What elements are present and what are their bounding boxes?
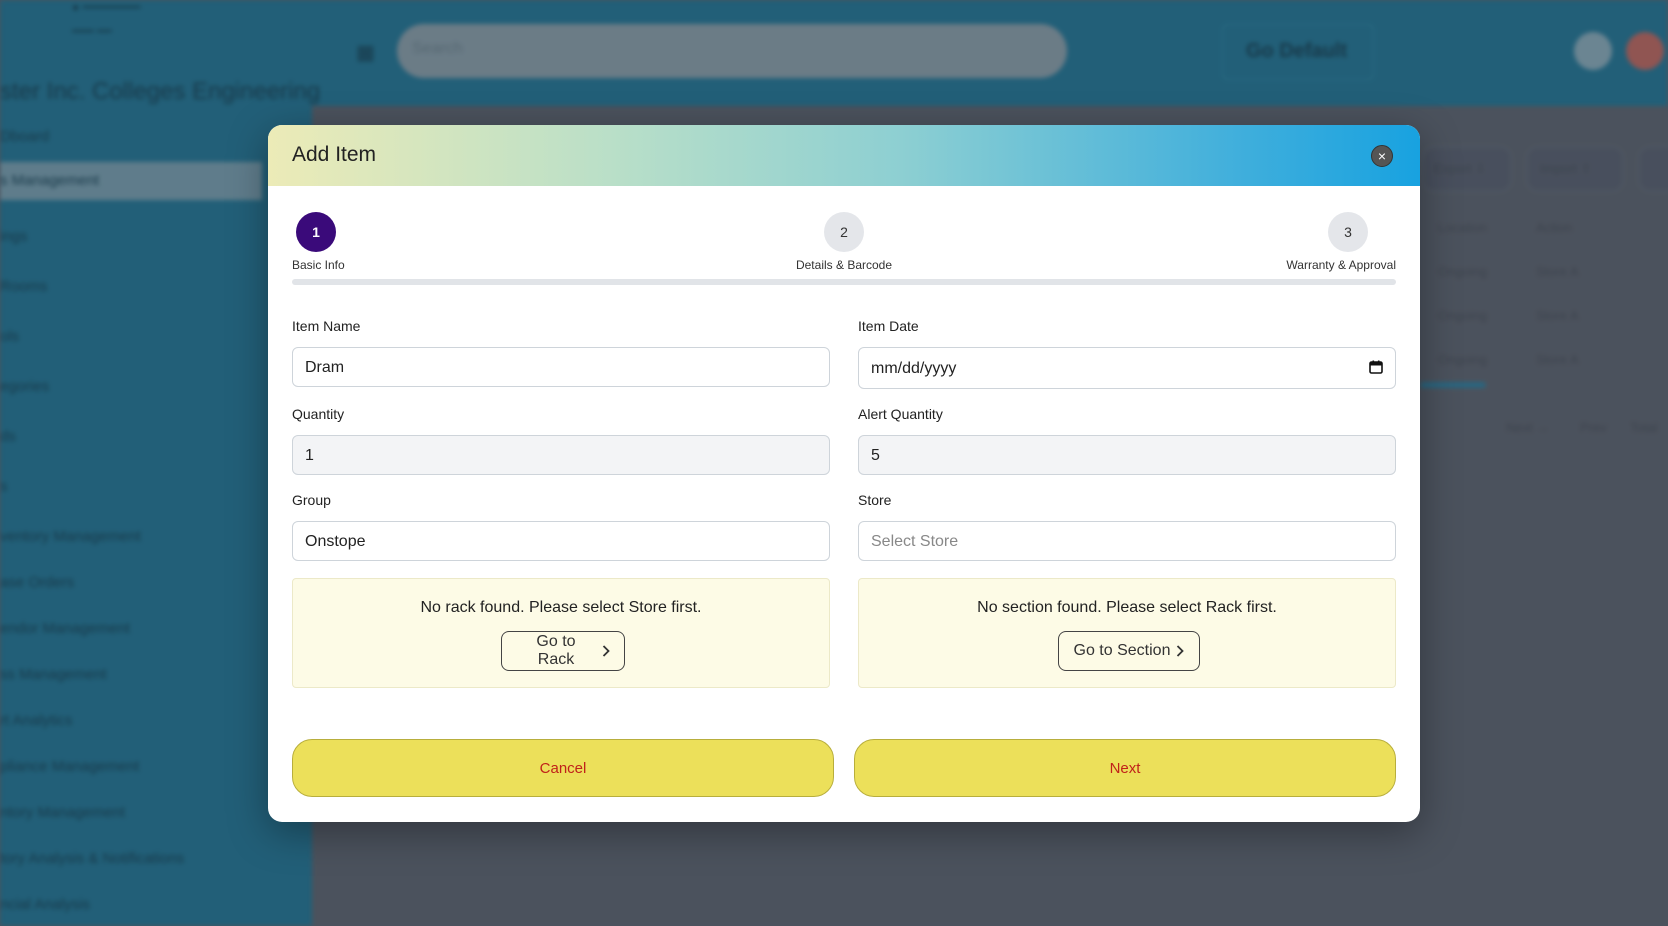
item-name-input[interactable]: Dram	[292, 347, 830, 387]
step-warranty-approval[interactable]: 3 Warranty & Approval	[1268, 212, 1396, 272]
store-label: Store	[858, 492, 892, 508]
item-name-label: Item Name	[292, 318, 361, 334]
modal-title: Add Item	[292, 143, 377, 166]
step-progress-bar	[292, 279, 1396, 285]
go-to-rack-label: Go to Rack	[536, 633, 576, 668]
item-date-label: Item Date	[858, 318, 919, 334]
alert-quantity-label: Alert Quantity	[858, 406, 943, 422]
group-input[interactable]: Onstope	[292, 521, 830, 561]
chevron-right-icon	[602, 645, 610, 657]
step-number: 3	[1328, 212, 1368, 252]
group-label: Group	[292, 492, 331, 508]
rack-notice: No rack found. Please select Store first…	[292, 578, 830, 688]
store-select[interactable]: Select Store	[858, 521, 1396, 561]
step-label: Warranty & Approval	[1286, 258, 1396, 272]
close-icon[interactable]: ×	[1371, 145, 1393, 167]
rack-notice-text: No rack found. Please select Store first…	[420, 599, 702, 616]
section-notice-text: No section found. Please select Rack fir…	[977, 599, 1277, 616]
calendar-icon[interactable]	[1369, 360, 1383, 374]
step-number: 2	[824, 212, 864, 252]
step-number: 1	[296, 212, 336, 252]
step-basic-info[interactable]: 1 Basic Info	[292, 212, 345, 272]
go-to-section-label: Go to Section	[1073, 642, 1171, 659]
chevron-right-icon	[1177, 645, 1185, 657]
add-item-modal: Add Item × 1 Basic Info 2 Details & Barc…	[268, 125, 1420, 822]
quantity-label: Quantity	[292, 406, 345, 422]
step-label: Details & Barcode	[795, 258, 893, 272]
section-notice: No section found. Please select Rack fir…	[858, 578, 1396, 688]
cancel-button[interactable]: Cancel	[292, 739, 834, 797]
alert-quantity-input[interactable]: 5	[858, 435, 1396, 475]
modal-header: Add Item ×	[268, 125, 1420, 186]
item-date-input[interactable]: mm/dd/yyyy	[858, 347, 1396, 389]
step-details-barcode[interactable]: 2 Details & Barcode	[764, 212, 924, 272]
go-to-rack-button[interactable]: Go to Rack	[501, 631, 625, 671]
next-button[interactable]: Next	[854, 739, 1396, 797]
quantity-input[interactable]: 1	[292, 435, 830, 475]
go-to-section-button[interactable]: Go to Section	[1058, 631, 1200, 671]
item-date-value: mm/dd/yyyy	[871, 360, 957, 377]
step-label: Basic Info	[292, 258, 345, 272]
